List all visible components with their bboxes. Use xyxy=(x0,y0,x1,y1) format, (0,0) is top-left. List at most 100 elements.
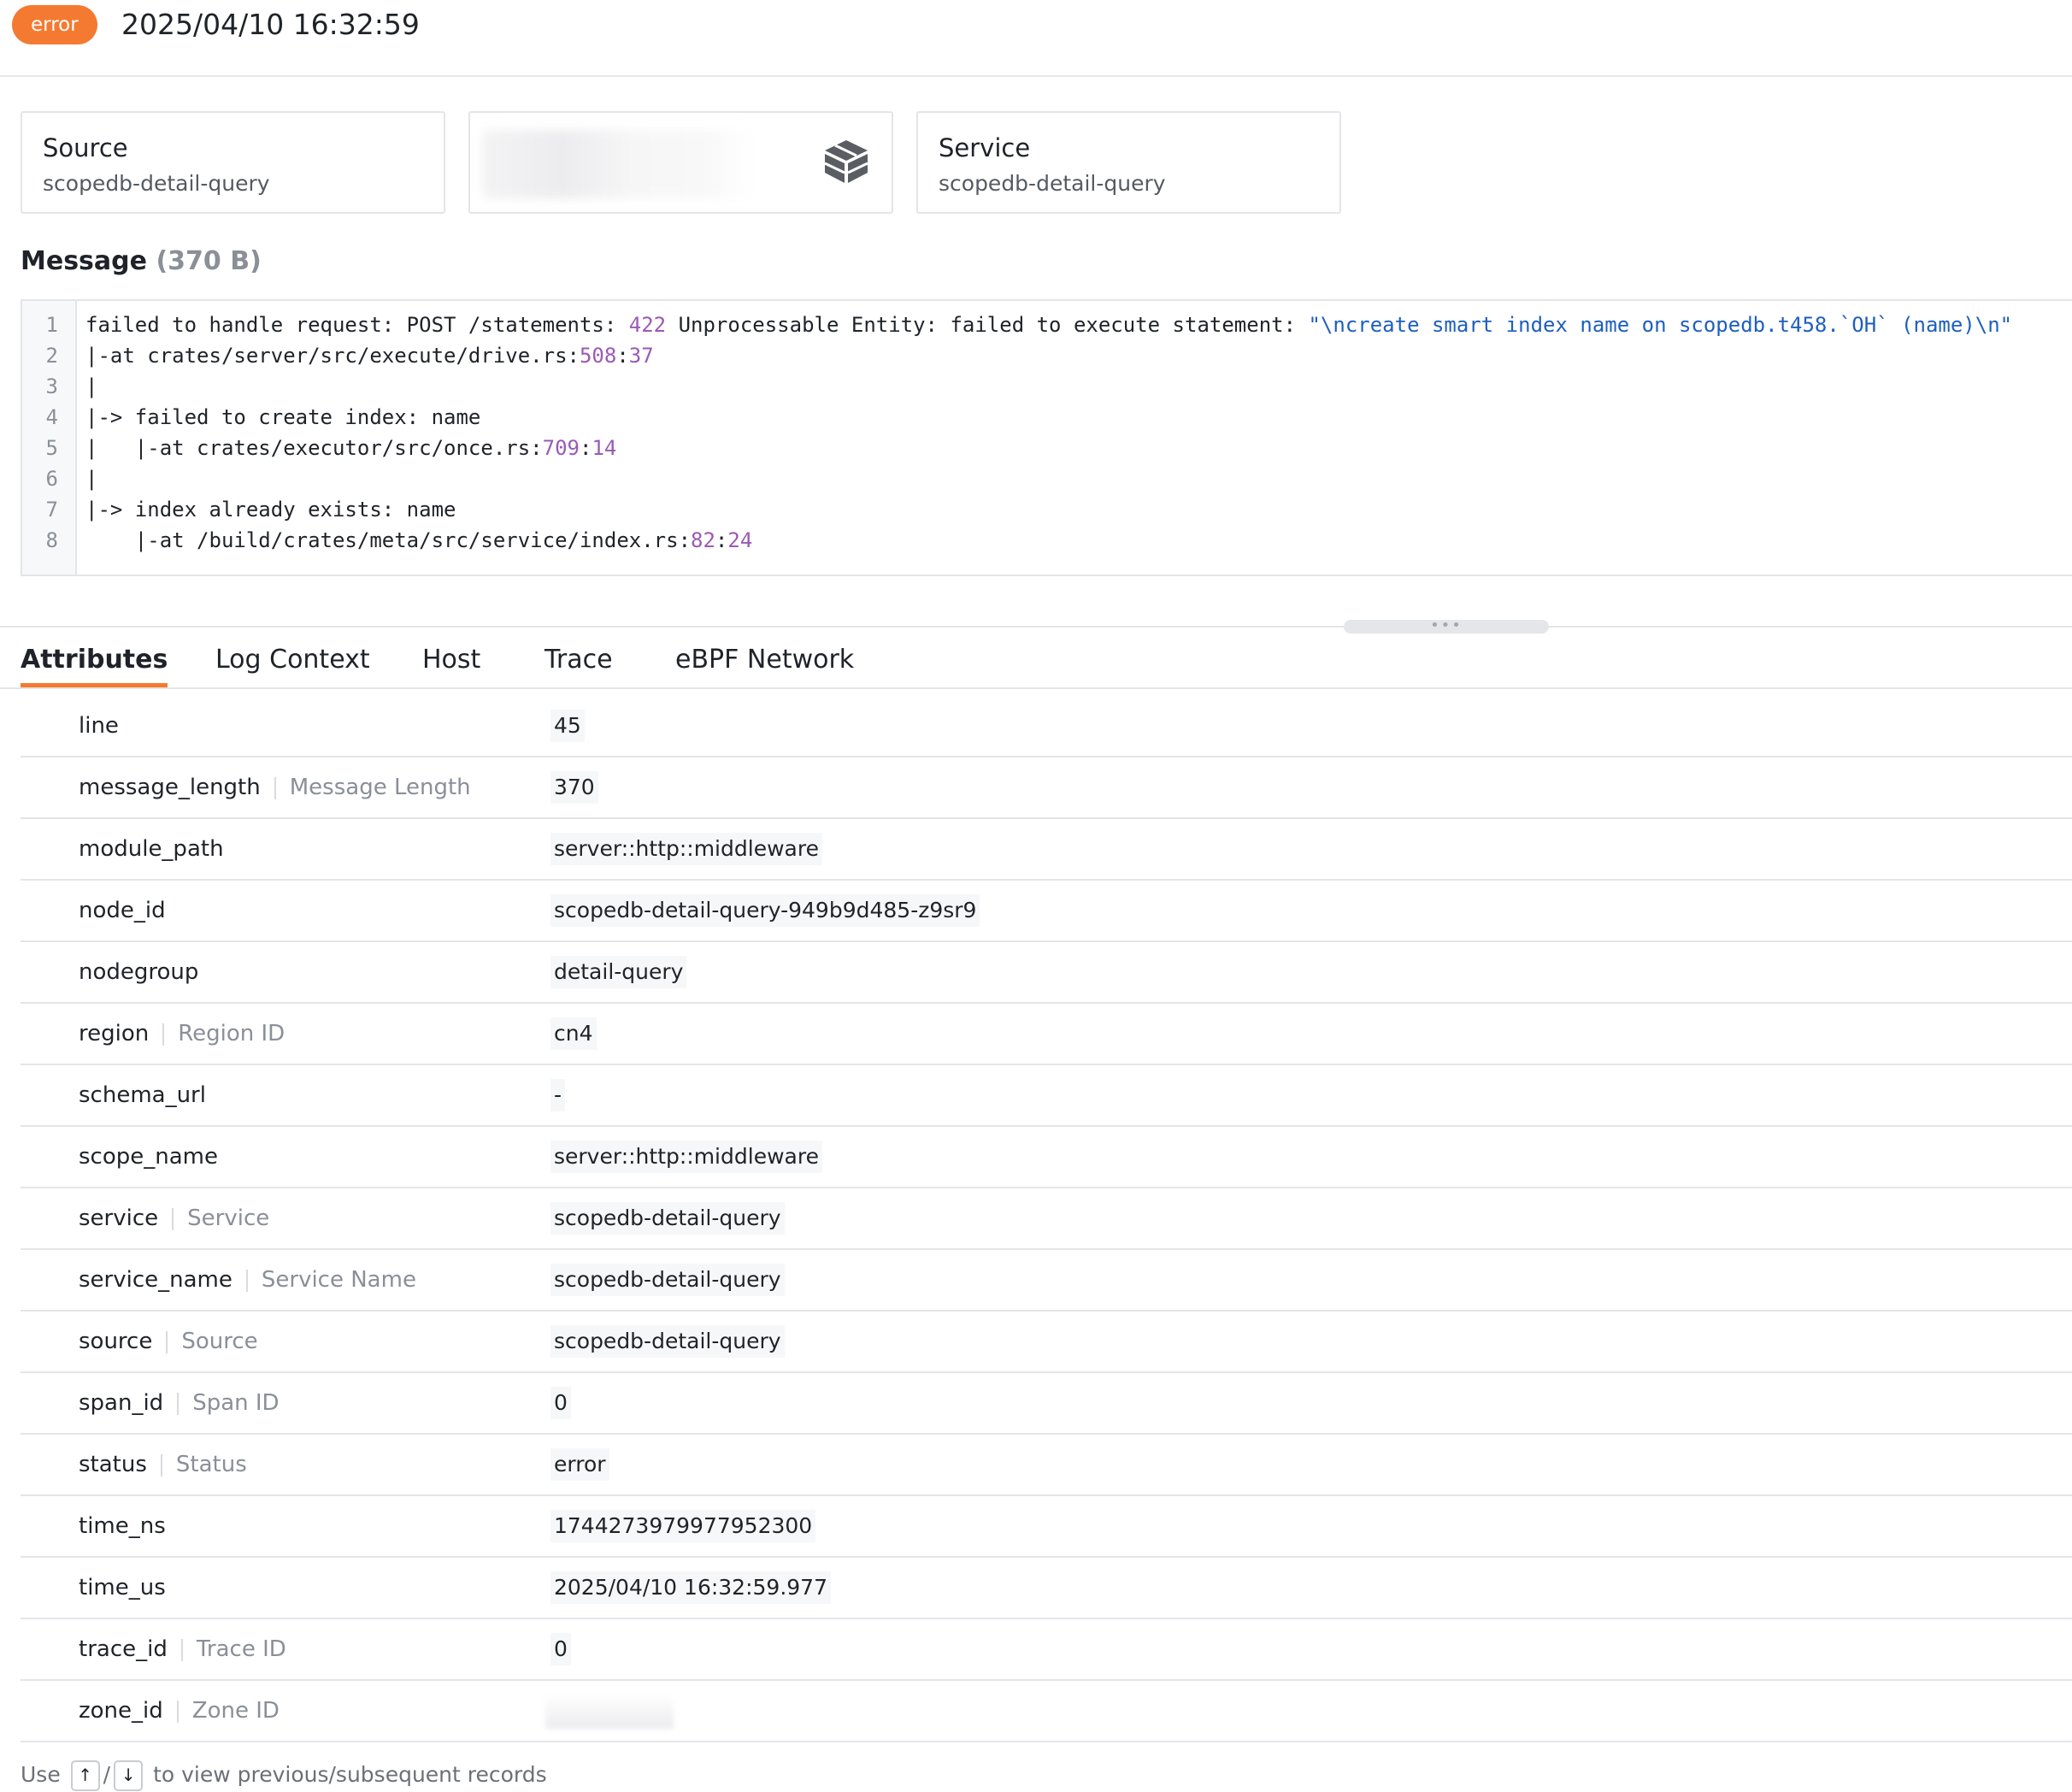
code-line: | |-at crates/executor/src/once.rs:709:1… xyxy=(85,433,616,463)
attribute-key-cell: region Region ID xyxy=(79,1004,285,1064)
attribute-alias: Trace ID xyxy=(196,1636,286,1662)
redacted-value xyxy=(545,1695,674,1729)
keyboard-hint: Use ↑ / ↓ to view previous/subsequent reco… xyxy=(21,1760,547,1791)
code-number: 422 xyxy=(628,313,667,337)
attribute-row[interactable]: trace_id Trace ID 0 xyxy=(21,1619,2072,1681)
source-card[interactable]: Source scopedb-detail-query xyxy=(21,111,445,214)
attribute-value[interactable]: server::http::middleware xyxy=(550,1141,822,1173)
tab-log-context[interactable]: Log Context xyxy=(215,643,370,687)
detail-tabs: Attributes Log Context Host Trace eBPF Netwo… xyxy=(0,634,2072,689)
attribute-key-cell: scope_name xyxy=(79,1127,218,1187)
attribute-key: node_id xyxy=(79,898,166,923)
attribute-alias: Zone ID xyxy=(191,1698,280,1724)
attribute-key-cell: service Service xyxy=(79,1188,269,1248)
line-number: 1 xyxy=(45,313,58,337)
attribute-row[interactable]: nodegroup detail-query xyxy=(21,942,2072,1004)
code-text: |-> failed to create index: name xyxy=(85,405,481,429)
attribute-row[interactable]: time_ns 1744273979977952300 xyxy=(21,1496,2072,1558)
attribute-row[interactable]: line 45 xyxy=(21,696,2072,757)
line-number: 4 xyxy=(45,405,58,429)
attribute-alias: Source xyxy=(181,1329,258,1354)
host-card[interactable] xyxy=(468,111,893,214)
alias-separator xyxy=(180,1638,183,1661)
attribute-alias: Region ID xyxy=(178,1021,285,1046)
source-card-title: Source xyxy=(43,133,128,162)
attribute-value[interactable]: 0 xyxy=(550,1633,571,1665)
attribute-key-cell: source Source xyxy=(79,1312,258,1371)
attribute-row[interactable]: message_length Message Length 370 xyxy=(21,757,2072,819)
attribute-key: scope_name xyxy=(79,1144,218,1170)
attribute-key: service_name xyxy=(79,1267,233,1293)
attribute-value[interactable]: - xyxy=(550,1079,566,1111)
attribute-row[interactable]: service Service scopedb-detail-query xyxy=(21,1188,2072,1250)
line-number: 6 xyxy=(45,467,58,491)
attribute-value[interactable]: detail-query xyxy=(550,956,687,988)
attribute-key-cell: zone_id Zone ID xyxy=(79,1681,280,1741)
alias-separator xyxy=(166,1330,168,1353)
attribute-value[interactable]: server::http::middleware xyxy=(550,833,822,865)
attribute-value[interactable]: scopedb-detail-query-949b9d485-z9sr9 xyxy=(550,894,980,927)
tab-trace[interactable]: Trace xyxy=(544,643,613,687)
alias-separator xyxy=(245,1269,248,1292)
attribute-key: time_us xyxy=(79,1575,166,1600)
attribute-row[interactable]: region Region ID cn4 xyxy=(21,1004,2072,1065)
attribute-key: service xyxy=(79,1205,159,1231)
code-number: 508 xyxy=(579,344,617,368)
attribute-row[interactable]: status Status error xyxy=(21,1435,2072,1496)
attribute-key-cell: time_us xyxy=(79,1558,166,1618)
code-number: 37 xyxy=(628,344,654,368)
code-text: | |-at crates/executor/src/once.rs: xyxy=(85,436,543,460)
code-line: |-> index already exists: name xyxy=(85,494,456,525)
attribute-value[interactable]: 1744273979977952300 xyxy=(550,1510,816,1542)
code-line: | xyxy=(85,371,97,402)
attribute-value[interactable]: scopedb-detail-query xyxy=(550,1202,785,1235)
attribute-key: zone_id xyxy=(79,1698,163,1724)
attribute-row[interactable]: module_path server::http::middleware xyxy=(21,819,2072,881)
tab-host[interactable]: Host xyxy=(422,643,480,687)
attribute-value[interactable]: 2025/04/10 16:32:59.977 xyxy=(550,1571,831,1604)
message-heading: Message (370 B) xyxy=(21,246,262,276)
alias-separator xyxy=(177,1392,180,1415)
attribute-key-cell: service_name Service Name xyxy=(79,1250,416,1310)
code-text: : xyxy=(579,436,592,460)
attribute-value[interactable]: 370 xyxy=(550,771,598,804)
attribute-row[interactable]: schema_url - xyxy=(21,1065,2072,1127)
attribute-row[interactable]: time_us 2025/04/10 16:32:59.977 xyxy=(21,1558,2072,1619)
arrow-down-key: ↓ xyxy=(114,1760,144,1791)
service-card-value: scopedb-detail-query xyxy=(939,171,1166,196)
attribute-value[interactable]: 45 xyxy=(550,710,585,742)
message-code-block[interactable]: 1 failed to handle request: POST /stateme… xyxy=(21,299,2072,576)
attribute-value[interactable]: 0 xyxy=(550,1387,571,1419)
attribute-key-cell: time_ns xyxy=(79,1496,166,1556)
code-number: 24 xyxy=(727,528,753,552)
attribute-row[interactable]: service_name Service Name scopedb-detail-q… xyxy=(21,1250,2072,1312)
resize-handle[interactable]: ••• xyxy=(1344,618,1549,634)
service-card[interactable]: Service scopedb-detail-query xyxy=(916,111,1341,214)
code-text: |-at /build/crates/meta/src/service/inde… xyxy=(85,528,692,552)
attribute-value[interactable]: error xyxy=(550,1448,609,1481)
attribute-key-cell: module_path xyxy=(79,819,224,879)
cube-stack-icon xyxy=(824,140,868,183)
code-text: : xyxy=(715,528,728,552)
attribute-value[interactable]: cn4 xyxy=(550,1017,597,1050)
tab-attributes[interactable]: Attributes xyxy=(21,643,168,687)
attribute-row[interactable]: zone_id Zone ID xyxy=(21,1681,2072,1742)
code-line: |-at /build/crates/meta/src/service/inde… xyxy=(85,525,752,556)
attribute-row[interactable]: scope_name server::http::middleware xyxy=(21,1127,2072,1188)
code-line: | xyxy=(85,463,97,494)
attribute-key: status xyxy=(79,1452,147,1477)
attribute-value[interactable]: scopedb-detail-query xyxy=(550,1264,785,1296)
code-number: 709 xyxy=(542,436,580,460)
attribute-row[interactable]: span_id Span ID 0 xyxy=(21,1373,2072,1435)
attribute-value[interactable]: scopedb-detail-query xyxy=(550,1325,785,1358)
tab-ebpf-network[interactable]: eBPF Network xyxy=(675,643,854,687)
panel-divider xyxy=(0,626,2072,628)
attribute-row[interactable]: source Source scopedb-detail-query xyxy=(21,1312,2072,1373)
log-header: error 2025/04/10 16:32:59 xyxy=(0,0,2072,77)
attribute-alias: Span ID xyxy=(192,1390,280,1416)
attribute-row[interactable]: node_id scopedb-detail-query-949b9d485-z9… xyxy=(21,881,2072,942)
attribute-key: message_length xyxy=(79,775,261,800)
line-number: 8 xyxy=(45,528,58,552)
attributes-table: line 45 message_length Message Length 370 mod… xyxy=(21,696,2072,1742)
source-card-value: scopedb-detail-query xyxy=(43,171,270,196)
